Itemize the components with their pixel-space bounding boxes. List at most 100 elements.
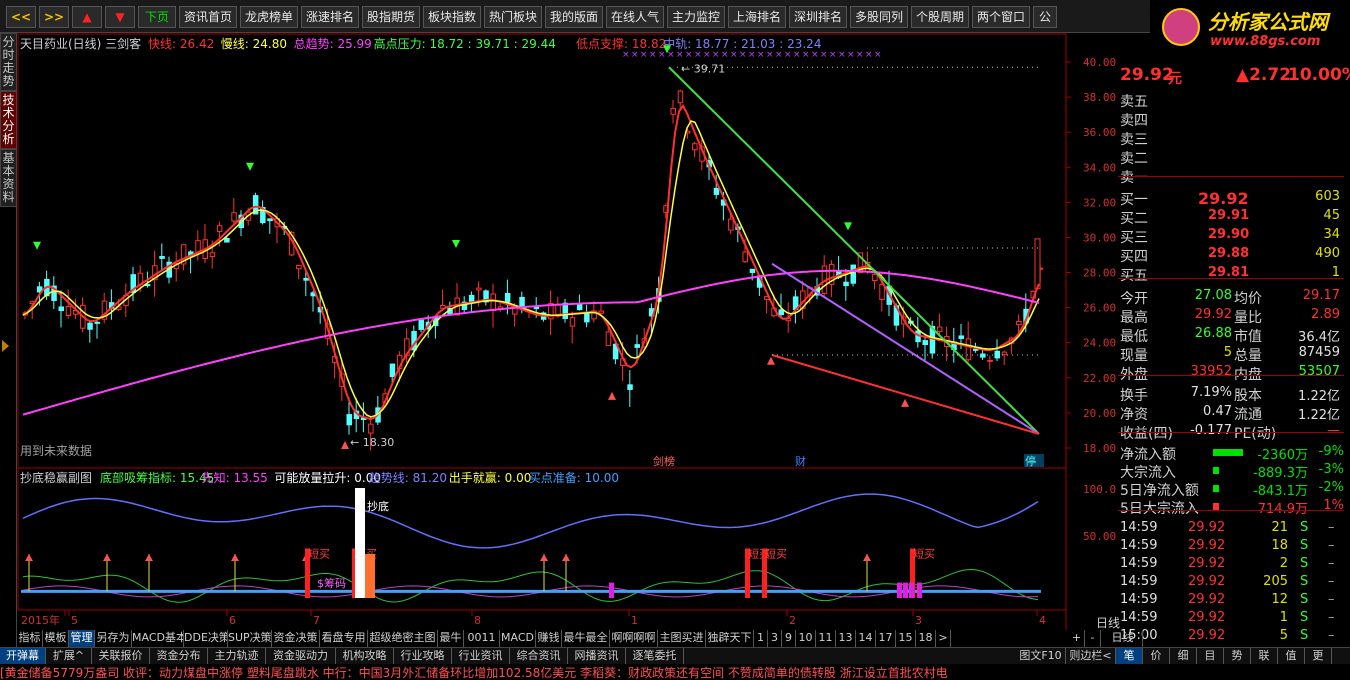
buy-arrow-icon <box>341 440 349 449</box>
candle-body <box>728 218 734 231</box>
indicator-tab[interactable]: 指标 <box>17 630 43 647</box>
side-panel-tab[interactable]: 价 <box>1143 648 1170 665</box>
tick-side: S <box>1300 538 1309 553</box>
indicator-tab[interactable]: 10 <box>796 630 816 647</box>
toolbar-button-19[interactable]: 公 <box>1033 6 1057 28</box>
status-tab[interactable]: 网播资讯 <box>568 648 626 665</box>
indicator-tab[interactable]: 18 <box>916 630 936 647</box>
status-tab[interactable]: 资金分布 <box>150 648 208 665</box>
candle-body <box>972 348 979 351</box>
mark-x: × <box>703 50 711 60</box>
indicator-tab[interactable]: 3 <box>768 630 782 647</box>
price-label: 34.00 <box>1083 161 1116 174</box>
indicator-tab[interactable]: 独辟天下 <box>706 630 754 647</box>
logo-title: 分析家公式网 <box>1208 10 1328 34</box>
stat-label: 换手 <box>1120 388 1148 404</box>
collapse-arrow-icon[interactable] <box>2 340 9 352</box>
status-tab[interactable]: 扩展^ <box>46 648 92 665</box>
candle-body <box>850 264 856 284</box>
toolbar-button-17[interactable]: 个股周期 <box>911 6 969 28</box>
indicator-tab[interactable]: 15 <box>896 630 916 647</box>
toolbar-button-7[interactable]: 涨速排名 <box>301 6 359 28</box>
toolbar-button-12[interactable]: 在线人气 <box>606 6 664 28</box>
toolbar-button-8[interactable]: 股指期货 <box>362 6 420 28</box>
status-tab[interactable]: 综合资讯 <box>510 648 568 665</box>
toolbar-button-0[interactable]: << <box>6 6 36 28</box>
side-panel-tab[interactable]: 值 <box>1278 648 1305 665</box>
sell-level-label: 卖四 <box>1120 113 1148 129</box>
toolbar-button-9[interactable]: 板块指数 <box>423 6 481 28</box>
mark-x: × <box>739 50 747 60</box>
toolbar-button-6[interactable]: 龙虎榜单 <box>240 6 298 28</box>
period-tab[interactable]: 日线 <box>1103 630 1143 647</box>
toolbar-button-10[interactable]: 热门板块 <box>484 6 542 28</box>
tick-side: S <box>1300 610 1309 625</box>
side-tab-intraday[interactable]: 分时走势 <box>0 33 17 91</box>
side-panel-tab[interactable]: 细 <box>1170 648 1197 665</box>
status-tab[interactable]: 行业资讯 <box>452 648 510 665</box>
side-panel-tab[interactable]: 目 <box>1197 648 1224 665</box>
status-tab[interactable]: 资金驱动力 <box>266 648 336 665</box>
zoom-tab[interactable]: + <box>1069 630 1085 647</box>
side-panel-tab[interactable]: 则边栏< <box>1066 648 1116 665</box>
toolbar-button-15[interactable]: 深圳排名 <box>789 6 847 28</box>
indicator-tab[interactable]: DDE决策 <box>184 630 228 647</box>
toolbar-button-16[interactable]: 多股同列 <box>850 6 908 28</box>
indicator-tab[interactable]: 另存为 <box>95 630 132 647</box>
candles <box>22 89 1044 451</box>
indicator-tab[interactable]: 13 <box>836 630 856 647</box>
indicator-tab[interactable]: 17 <box>876 630 896 647</box>
indicator-tab[interactable]: 9 <box>782 630 796 647</box>
toolbar-button-14[interactable]: 上海排名 <box>728 6 786 28</box>
indicator-tab[interactable]: MACD <box>500 630 536 647</box>
low-price-label: ← 18.30 <box>350 436 394 449</box>
indicator-tab[interactable]: 管理 <box>69 630 95 647</box>
toolbar-button-5[interactable]: 资讯首页 <box>179 6 237 28</box>
status-tab[interactable]: 关联报价 <box>92 648 150 665</box>
indicator-tab[interactable]: 模板 <box>43 630 69 647</box>
indicator-tab[interactable]: 14 <box>856 630 876 647</box>
status-tab[interactable]: 主力轨迹 <box>208 648 266 665</box>
side-panel-tab[interactable]: 更 <box>1305 648 1332 665</box>
toolbar-button-2[interactable]: ▲ <box>72 6 102 28</box>
side-panel-tab[interactable]: 势 <box>1224 648 1251 665</box>
stat-value: 87459 <box>1298 345 1340 360</box>
toolbar-button-13[interactable]: 主力监控 <box>667 6 725 28</box>
indicator-tab[interactable]: 赚钱 <box>536 630 562 647</box>
indicator-tab[interactable]: MACD基本 <box>132 630 184 647</box>
main-chart-frame <box>17 33 1067 469</box>
side-tab-fundamental[interactable]: 基本资料 <box>0 149 17 207</box>
mark-x: × <box>730 50 738 60</box>
indicator-tab[interactable]: 最牛最全 <box>562 630 610 647</box>
sub-axis-label: 100.0 <box>1083 483 1116 496</box>
toolbar-button-1[interactable]: >> <box>39 6 69 28</box>
indicator-tab[interactable]: > <box>936 630 951 647</box>
price-label: 36.00 <box>1083 126 1116 139</box>
toolbar-button-18[interactable]: 两个窗口 <box>972 6 1030 28</box>
indicator-tab[interactable]: 超级绝密主图 <box>368 630 438 647</box>
indicator-tab[interactable]: 看盘专用 <box>320 630 368 647</box>
toolbar-button-3[interactable]: ▼ <box>105 6 135 28</box>
indicator-tab[interactable]: 啊啊啊啊 <box>610 630 658 647</box>
indicator-tab[interactable]: 主图买进 <box>658 630 706 647</box>
buy-level-price: 29.92 <box>1198 189 1249 208</box>
zoom-tab[interactable]: - <box>1085 630 1101 647</box>
indicator-tab[interactable]: SUP决策 <box>228 630 272 647</box>
indicator-tab[interactable]: 11 <box>816 630 836 647</box>
toolbar-button-4[interactable]: 下页 <box>138 6 176 28</box>
kline-chart[interactable]: 40.00 38.00 36.00 34.00 32.00 30.00 28.00 26.00… <box>17 33 1118 630</box>
toolbar-button-11[interactable]: 我的版面 <box>545 6 603 28</box>
candle-body <box>778 309 784 316</box>
status-tab[interactable]: 开弹幕 <box>0 648 46 665</box>
side-panel-tab[interactable]: 笔 <box>1116 648 1143 665</box>
status-tab[interactable]: 行业攻略 <box>394 648 452 665</box>
side-panel-tab[interactable]: 联 <box>1251 648 1278 665</box>
indicator-tab[interactable]: 资金决策 <box>272 630 320 647</box>
side-tab-technical[interactable]: 技术分析 <box>0 91 17 149</box>
indicator-tab[interactable]: 最牛 <box>438 630 464 647</box>
status-tab[interactable]: 机构攻略 <box>336 648 394 665</box>
indicator-tab[interactable]: 1 <box>754 630 768 647</box>
side-panel-tab[interactable]: 图文F10 <box>1016 648 1066 665</box>
status-tab[interactable]: 逐笔委托 <box>626 648 684 665</box>
indicator-tab[interactable]: 0011 <box>464 630 500 647</box>
